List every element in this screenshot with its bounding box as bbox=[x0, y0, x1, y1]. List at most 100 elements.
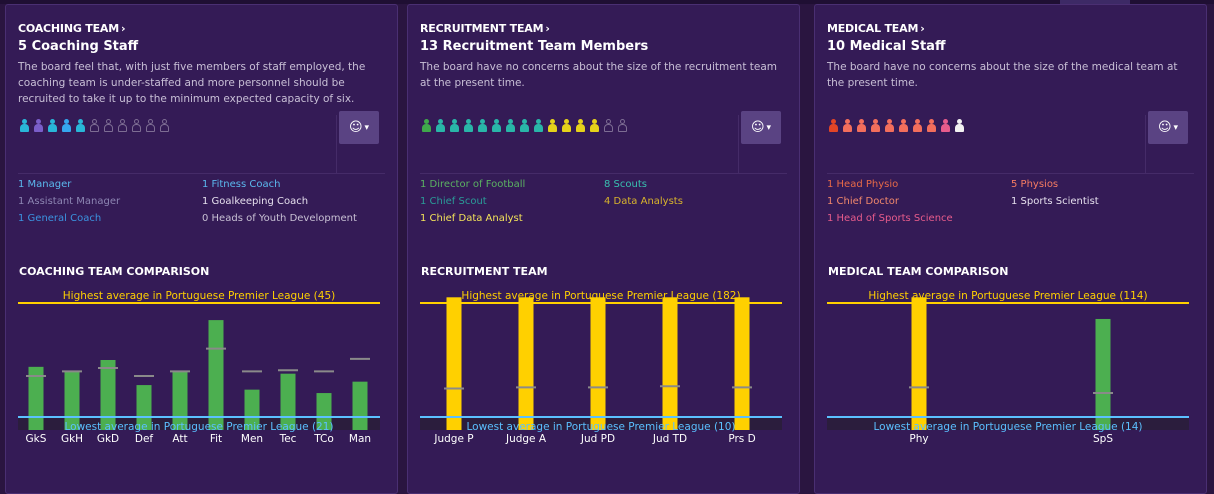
person-icon bbox=[117, 119, 128, 133]
chevron-right-icon: › bbox=[920, 22, 925, 35]
staff-count-item[interactable]: 4 Data Analysts bbox=[604, 196, 683, 207]
chart-title: MEDICAL TEAM COMPARISON bbox=[828, 265, 1009, 278]
person-icon bbox=[47, 119, 58, 133]
lowest-average-label: Lowest average in Portuguese Premier Lea… bbox=[467, 421, 736, 433]
x-tick-label: Judge A bbox=[505, 433, 547, 445]
staff-count-item[interactable]: 1 Director of Football bbox=[420, 179, 525, 190]
person-icon bbox=[870, 119, 881, 133]
x-tick-label: SpS bbox=[1093, 433, 1113, 445]
person-icon bbox=[145, 119, 156, 133]
lowest-average-label: Lowest average in Portuguese Premier Lea… bbox=[874, 421, 1143, 433]
person-icon bbox=[589, 119, 600, 133]
x-tick-label: Att bbox=[172, 433, 187, 445]
comparison-chart: Judge P Judge A Jud PD Jud TD Prs D Highest a… bbox=[420, 290, 782, 445]
staff-view-button[interactable]: ☺ ▾ bbox=[1148, 111, 1188, 144]
chart-bar bbox=[100, 360, 116, 430]
chevron-right-icon: › bbox=[545, 22, 550, 35]
panel-subtitle: 5 Coaching Staff bbox=[18, 39, 139, 54]
person-icon bbox=[491, 119, 502, 133]
x-tick-label: TCo bbox=[313, 433, 334, 445]
staff-view-button[interactable]: ☺ ▾ bbox=[339, 111, 379, 144]
person-icon bbox=[828, 119, 839, 133]
person-icon bbox=[533, 119, 544, 133]
chart-bar bbox=[352, 381, 368, 430]
chart-bar bbox=[734, 297, 750, 430]
person-icon bbox=[421, 119, 432, 133]
staff-count-item[interactable]: 1 Head Physio bbox=[827, 179, 898, 190]
staff-view-icon: ☺ bbox=[348, 120, 363, 135]
highest-average-label: Highest average in Portuguese Premier Le… bbox=[461, 290, 740, 302]
x-tick-label: GkH bbox=[61, 433, 83, 445]
person-icon bbox=[954, 119, 965, 133]
x-tick-label: GkS bbox=[26, 433, 47, 445]
divider bbox=[738, 115, 739, 173]
staff-count-item: 0 Heads of Youth Development bbox=[202, 213, 357, 224]
staff-count-item[interactable]: 1 Manager bbox=[18, 179, 71, 190]
person-icon bbox=[159, 119, 170, 133]
divider bbox=[420, 173, 787, 174]
x-tick-label: Phy bbox=[909, 433, 928, 445]
staff-count-item[interactable]: 1 Chief Data Analyst bbox=[420, 213, 523, 224]
staff-icons bbox=[421, 119, 628, 133]
person-icon bbox=[33, 119, 44, 133]
chart-title: RECRUITMENT TEAM bbox=[421, 265, 548, 278]
chart-bar bbox=[446, 297, 462, 430]
x-tick-label: GkD bbox=[97, 433, 119, 445]
lowest-average-label: Lowest average in Portuguese Premier Lea… bbox=[65, 421, 334, 433]
panel-title: MEDICAL TEAM bbox=[827, 22, 919, 35]
staff-count-item[interactable]: 8 Scouts bbox=[604, 179, 647, 190]
chevron-right-icon: › bbox=[120, 22, 126, 35]
person-icon bbox=[912, 119, 923, 133]
staff-count-item[interactable]: 5 Physios bbox=[1011, 179, 1058, 190]
person-icon bbox=[884, 119, 895, 133]
chart-bar bbox=[590, 297, 606, 430]
staff-count-item[interactable]: 1 Head of Sports Science bbox=[827, 213, 953, 224]
medical-team-panel: MEDICAL TEAM › 10 Medical Staff The board… bbox=[814, 4, 1207, 494]
divider bbox=[827, 173, 1194, 174]
person-icon bbox=[463, 119, 474, 133]
x-tick-label: Tec bbox=[279, 433, 297, 445]
person-icon bbox=[89, 119, 100, 133]
staff-view-button[interactable]: ☺ ▾ bbox=[741, 111, 781, 144]
staff-count-item[interactable]: 1 Assistant Manager bbox=[18, 196, 120, 207]
divider bbox=[18, 173, 385, 174]
x-tick-label: Men bbox=[241, 433, 263, 445]
staff-count-item[interactable]: 1 Goalkeeping Coach bbox=[202, 196, 308, 207]
staff-count-item[interactable]: 1 Chief Scout bbox=[420, 196, 487, 207]
highest-average-label: Highest average in Portuguese Premier Le… bbox=[63, 290, 335, 302]
chart-bar bbox=[518, 297, 534, 430]
chart-bar bbox=[662, 297, 678, 430]
staff-count-item[interactable]: 1 Sports Scientist bbox=[1011, 196, 1099, 207]
x-tick-label: Judge P bbox=[433, 433, 473, 445]
person-icon bbox=[61, 119, 72, 133]
person-icon bbox=[75, 119, 86, 133]
panel-description: The board feel that, with just five memb… bbox=[18, 61, 366, 105]
panel-title: COACHING TEAM bbox=[18, 22, 119, 35]
person-icon bbox=[547, 119, 558, 133]
person-icon bbox=[131, 119, 142, 133]
coaching-team-panel: COACHING TEAM › 5 Coaching Staff The boar… bbox=[5, 4, 398, 494]
x-tick-label: Prs D bbox=[728, 433, 755, 445]
staff-count-item[interactable]: 1 Fitness Coach bbox=[202, 179, 280, 190]
chart-bar bbox=[911, 297, 927, 430]
person-icon bbox=[842, 119, 853, 133]
person-icon bbox=[435, 119, 446, 133]
staff-count-item[interactable]: 1 Chief Doctor bbox=[827, 196, 899, 207]
recruitment-team-link[interactable]: RECRUITMENT TEAM › bbox=[420, 22, 550, 35]
person-icon bbox=[519, 119, 530, 133]
chart-bar bbox=[1095, 318, 1111, 430]
panel-title: RECRUITMENT TEAM bbox=[420, 22, 544, 35]
chevron-down-icon: ▾ bbox=[364, 122, 370, 133]
person-icon bbox=[617, 119, 628, 133]
x-tick-label: Fit bbox=[210, 433, 222, 445]
recruitment-team-panel: RECRUITMENT TEAM › 13 Recruitment Team Me… bbox=[407, 4, 800, 494]
staff-icons bbox=[19, 119, 170, 133]
person-icon bbox=[940, 119, 951, 133]
coaching-team-link[interactable]: COACHING TEAM › bbox=[18, 22, 126, 35]
staff-count-item[interactable]: 1 General Coach bbox=[18, 213, 101, 224]
highest-average-label: Highest average in Portuguese Premier Le… bbox=[868, 290, 1147, 302]
panel-subtitle: 13 Recruitment Team Members bbox=[420, 39, 649, 54]
x-tick-label: Jud PD bbox=[580, 433, 615, 445]
person-icon bbox=[477, 119, 488, 133]
medical-team-link[interactable]: MEDICAL TEAM › bbox=[827, 22, 925, 35]
